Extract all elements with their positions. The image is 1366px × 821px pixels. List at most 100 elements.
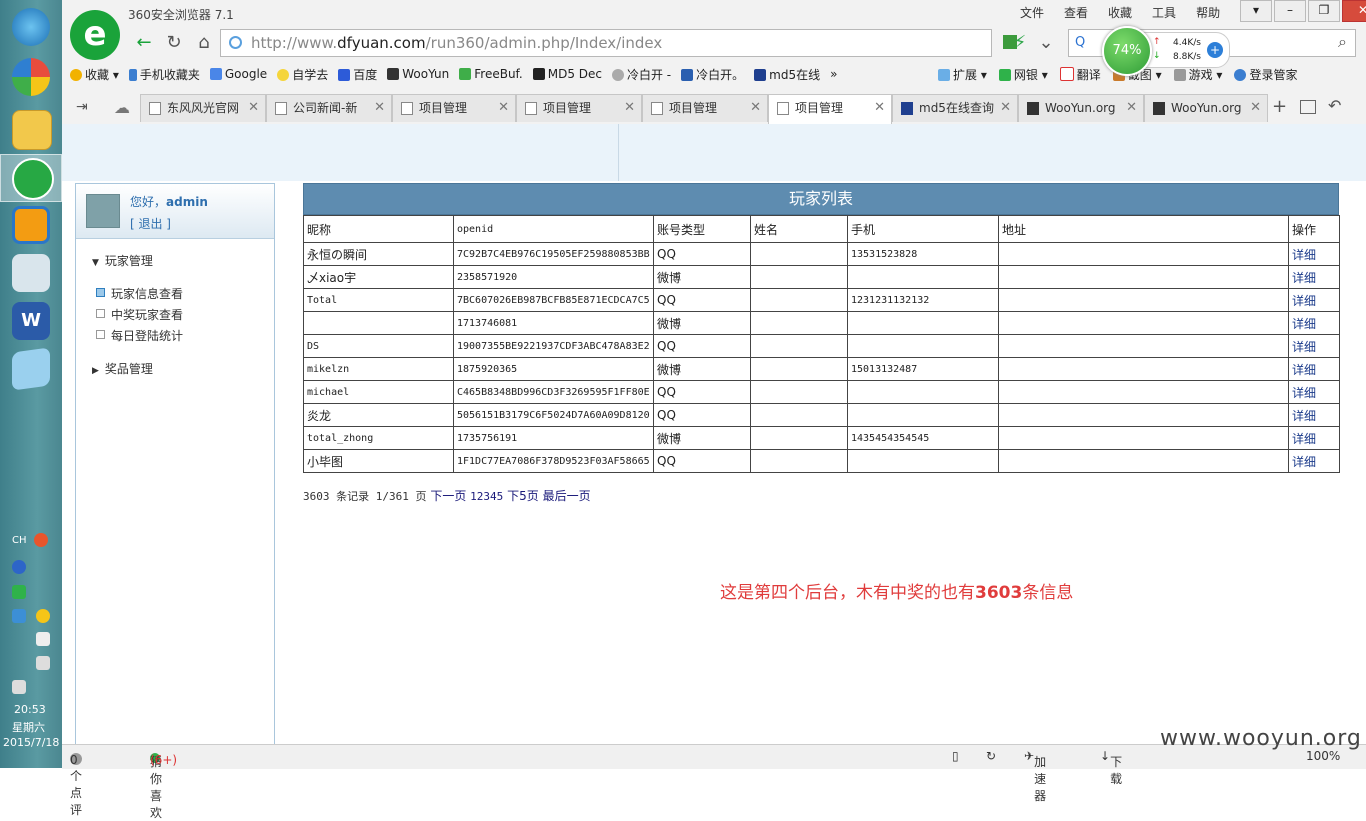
zoom-level[interactable]: 100% <box>1306 749 1340 763</box>
tab-close-icon[interactable]: ✕ <box>498 95 509 121</box>
tab-list-icon[interactable] <box>1300 100 1316 114</box>
nav-item-daily-login[interactable]: 每日登陆统计 <box>96 327 183 344</box>
menu-file[interactable]: 文件 <box>1020 4 1044 21</box>
search-icon[interactable]: ⌕ <box>1338 32 1347 52</box>
cell-action[interactable]: 详细 <box>1288 242 1340 266</box>
bookmark-lengbaikai-1[interactable]: 冷白开 - <box>611 66 671 83</box>
cloud-icon[interactable]: ☁ <box>114 98 130 117</box>
window-app-icon[interactable] <box>12 206 50 244</box>
bookmark-freebuf[interactable]: FreeBuf. <box>459 67 523 81</box>
menu-help[interactable]: 帮助 <box>1196 4 1220 21</box>
cell-action[interactable]: 详细 <box>1288 311 1340 335</box>
restore-tab-icon[interactable]: ↶ <box>1328 96 1341 115</box>
tab-close-icon[interactable]: ✕ <box>248 95 259 121</box>
refresh-button[interactable]: ↻ <box>162 31 186 55</box>
logout-link[interactable]: [ 退出 ] <box>130 215 171 232</box>
clock-time[interactable]: 20:53 <box>14 703 46 716</box>
help-icon[interactable] <box>12 560 26 574</box>
cell-action[interactable]: 详细 <box>1288 357 1340 381</box>
cell-action[interactable]: 详细 <box>1288 288 1340 312</box>
tab-project-1[interactable]: 项目管理 ✕ <box>392 94 516 122</box>
extensions-button[interactable]: 扩展 ▾ <box>938 66 987 83</box>
shield-icon[interactable] <box>12 585 26 599</box>
tab-md5[interactable]: md5在线查询 ✕ <box>892 94 1018 122</box>
tab-close-icon[interactable]: ✕ <box>1126 95 1137 121</box>
tab-wooyun-1[interactable]: WooYun.org ✕ <box>1018 94 1144 122</box>
browser-360-icon[interactable] <box>12 158 54 200</box>
nav-item-winners[interactable]: 中奖玩家查看 <box>96 306 183 323</box>
tab-close-icon[interactable]: ✕ <box>1250 95 1261 121</box>
file-explorer-icon[interactable] <box>12 110 52 150</box>
refresh-status-icon[interactable]: ↻ <box>986 749 996 763</box>
word-icon[interactable]: W <box>12 302 50 340</box>
cell-action[interactable]: 详细 <box>1288 426 1340 450</box>
bookmark-favorites[interactable]: 收藏 ▾ <box>70 66 119 83</box>
tab-close-icon[interactable]: ✕ <box>374 95 385 121</box>
last-page-link[interactable]: 最后一页 <box>543 489 591 503</box>
download-button[interactable]: ↓ 下载 <box>1100 749 1122 786</box>
home-button[interactable]: ⌂ <box>192 31 216 55</box>
cell-action[interactable]: 详细 <box>1288 334 1340 358</box>
sidebar-toggle-icon[interactable]: ⇥ <box>76 99 88 115</box>
menu-tools[interactable]: 工具 <box>1152 4 1176 21</box>
nav-section-prizes[interactable]: ▶ 奖品管理 <box>92 360 153 377</box>
start-orb-icon[interactable] <box>12 8 50 46</box>
minimize-button[interactable]: – <box>1274 0 1306 22</box>
notepad-icon[interactable] <box>12 347 50 391</box>
login-manager-button[interactable]: 登录管家 <box>1234 66 1297 83</box>
network-app-icon[interactable] <box>12 609 26 623</box>
qq-chat-icon[interactable] <box>12 254 50 292</box>
sogou-ime-icon[interactable] <box>34 533 48 547</box>
flag-icon[interactable] <box>36 632 50 646</box>
tab-close-icon[interactable]: ✕ <box>624 95 635 121</box>
tab-wooyun-2[interactable]: WooYun.org ✕ <box>1144 94 1268 122</box>
tab-company-news[interactable]: 公司新闻-新 ✕ <box>266 94 392 122</box>
bookmark-lengbaikai-2[interactable]: 冷白开。 <box>681 66 744 83</box>
skin-button[interactable]: ▾ <box>1240 0 1272 22</box>
address-bar[interactable]: http://www.dfyuan.com/run360/admin.php/I… <box>220 29 1017 57</box>
more-bookmarks-icon[interactable]: » <box>830 67 837 81</box>
tab-project-active[interactable]: 项目管理 ✕ <box>768 94 892 124</box>
tab-project-3[interactable]: 项目管理 ✕ <box>642 94 768 122</box>
close-button[interactable]: ✕ <box>1342 0 1366 22</box>
accelerator-button[interactable]: ✈ 加速器 <box>1024 749 1046 803</box>
media-app-icon[interactable] <box>12 58 50 96</box>
cell-action[interactable]: 详细 <box>1288 403 1340 427</box>
bookmark-md5dec[interactable]: MD5 Dec <box>532 67 602 81</box>
phone-status-icon[interactable]: ▯ <box>952 749 959 763</box>
dropdown-icon[interactable]: ⌄ <box>1034 31 1058 55</box>
cell-action[interactable]: 详细 <box>1288 380 1340 404</box>
bookmark-baidu[interactable]: 百度 <box>338 66 377 83</box>
back-button[interactable]: ← <box>132 31 156 55</box>
cell-action[interactable]: 详细 <box>1288 265 1340 289</box>
bookmark-mobile[interactable]: 手机收藏夹 <box>128 66 200 83</box>
lightning-icon[interactable]: ⚡ <box>1008 31 1032 55</box>
new-tab-button[interactable]: + <box>1272 96 1287 117</box>
bookmark-google[interactable]: Google <box>209 67 267 81</box>
bookmark-wooyun[interactable]: WooYun <box>387 67 449 81</box>
tab-close-icon[interactable]: ✕ <box>1000 95 1011 121</box>
search-engine-icon[interactable]: Q <box>1075 35 1085 50</box>
next-5-pages-link[interactable]: 下5页 <box>507 489 539 503</box>
tab-close-icon[interactable]: ✕ <box>874 95 885 121</box>
bookmark-zixuequ[interactable]: 自学去 <box>277 66 328 83</box>
accelerate-icon[interactable]: + <box>1207 42 1223 58</box>
maximize-button[interactable]: ❐ <box>1308 0 1340 22</box>
language-indicator[interactable]: CH <box>12 535 27 546</box>
volume-icon[interactable] <box>12 680 26 694</box>
tab-close-icon[interactable]: ✕ <box>750 95 761 121</box>
translate-button[interactable]: 翻译 <box>1059 66 1101 83</box>
menu-view[interactable]: 查看 <box>1064 4 1088 21</box>
tab-project-2[interactable]: 项目管理 ✕ <box>516 94 642 122</box>
network-speed-ball[interactable]: 74% <box>1102 26 1152 76</box>
page-number-links[interactable]: 12345 <box>470 490 503 503</box>
nav-section-players[interactable]: ▼ 玩家管理 <box>92 252 153 269</box>
next-page-link[interactable]: 下一页 <box>430 489 466 503</box>
tab-dongfeng[interactable]: 东风风光官网 ✕ <box>140 94 266 122</box>
bookmark-md5-online[interactable]: md5在线 <box>754 66 820 83</box>
menu-favorites[interactable]: 收藏 <box>1108 4 1132 21</box>
nav-item-player-info[interactable]: 玩家信息查看 <box>96 285 183 302</box>
plus-icon[interactable] <box>36 609 50 623</box>
signal-icon[interactable] <box>36 656 50 670</box>
cell-action[interactable]: 详细 <box>1288 449 1340 473</box>
